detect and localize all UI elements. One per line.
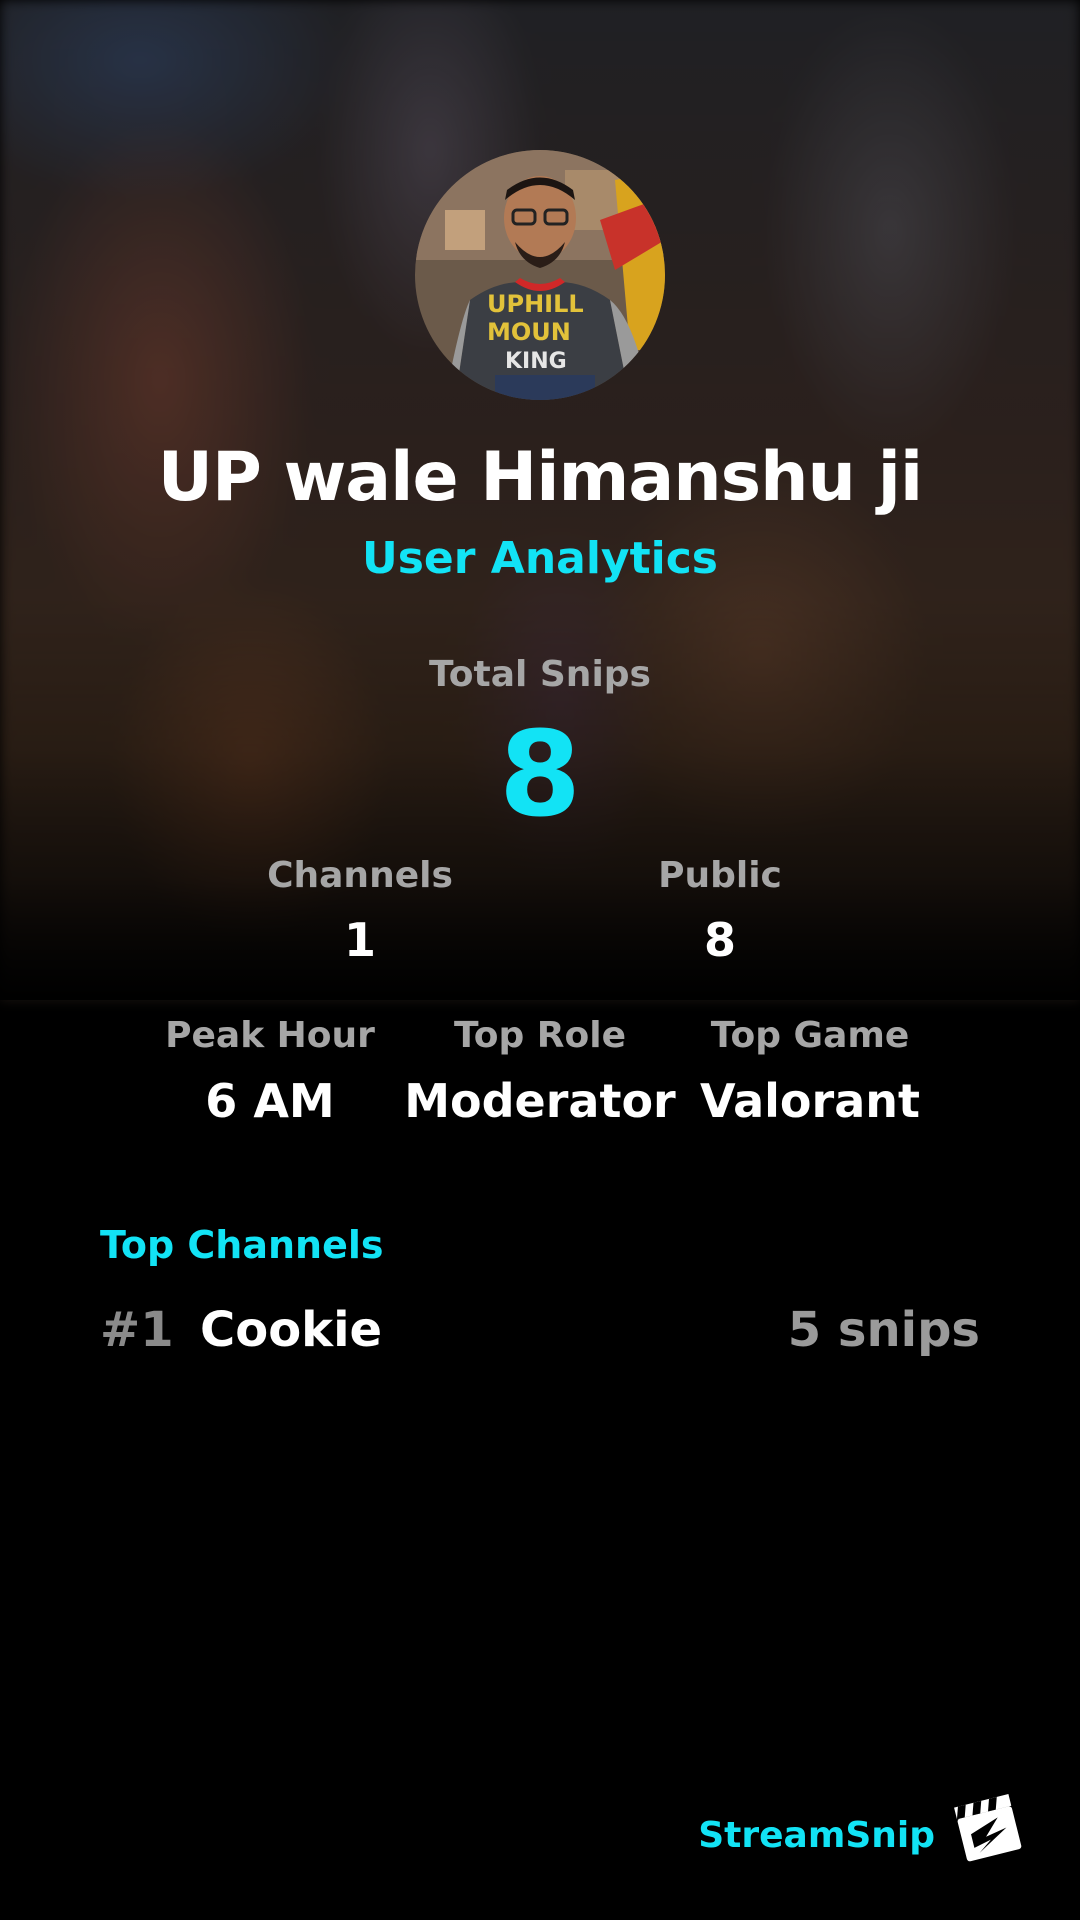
top-game-label: Top Game: [710, 1015, 910, 1056]
channels-label: Channels: [267, 855, 453, 896]
svg-text:UPHILL: UPHILL: [487, 290, 584, 318]
channel-snip-count: 5 snips: [787, 1302, 980, 1358]
public-value: 8: [703, 913, 736, 967]
peak-hour-label: Peak Hour: [165, 1015, 375, 1056]
avatar: UPHILL MOUN KING: [415, 150, 665, 400]
channels-value: 1: [343, 913, 376, 967]
top-channels-title: Top Channels: [100, 1223, 384, 1267]
channel-name: Cookie: [200, 1302, 383, 1358]
total-snips-label: Total Snips: [429, 654, 651, 695]
top-role-label: Top Role: [453, 1015, 627, 1056]
channel-rank: #1: [100, 1302, 174, 1358]
svg-text:MOUN: MOUN: [487, 318, 571, 346]
page-subtitle: User Analytics: [362, 533, 718, 584]
clapperboard-icon: [950, 1790, 1026, 1866]
peak-hour-value: 6 AM: [205, 1074, 335, 1128]
public-label: Public: [658, 855, 782, 896]
brand-name: StreamSnip: [698, 1815, 935, 1856]
svg-text:KING: KING: [505, 349, 567, 374]
total-snips-value: 8: [498, 705, 582, 843]
top-game-value: Valorant: [700, 1074, 920, 1128]
analytics-card: UPHILL MOUN KING UP wale Himanshu ji Use…: [0, 0, 1080, 1920]
user-name: UP wale Himanshu ji: [157, 438, 924, 517]
top-role-value: Moderator: [404, 1074, 676, 1128]
